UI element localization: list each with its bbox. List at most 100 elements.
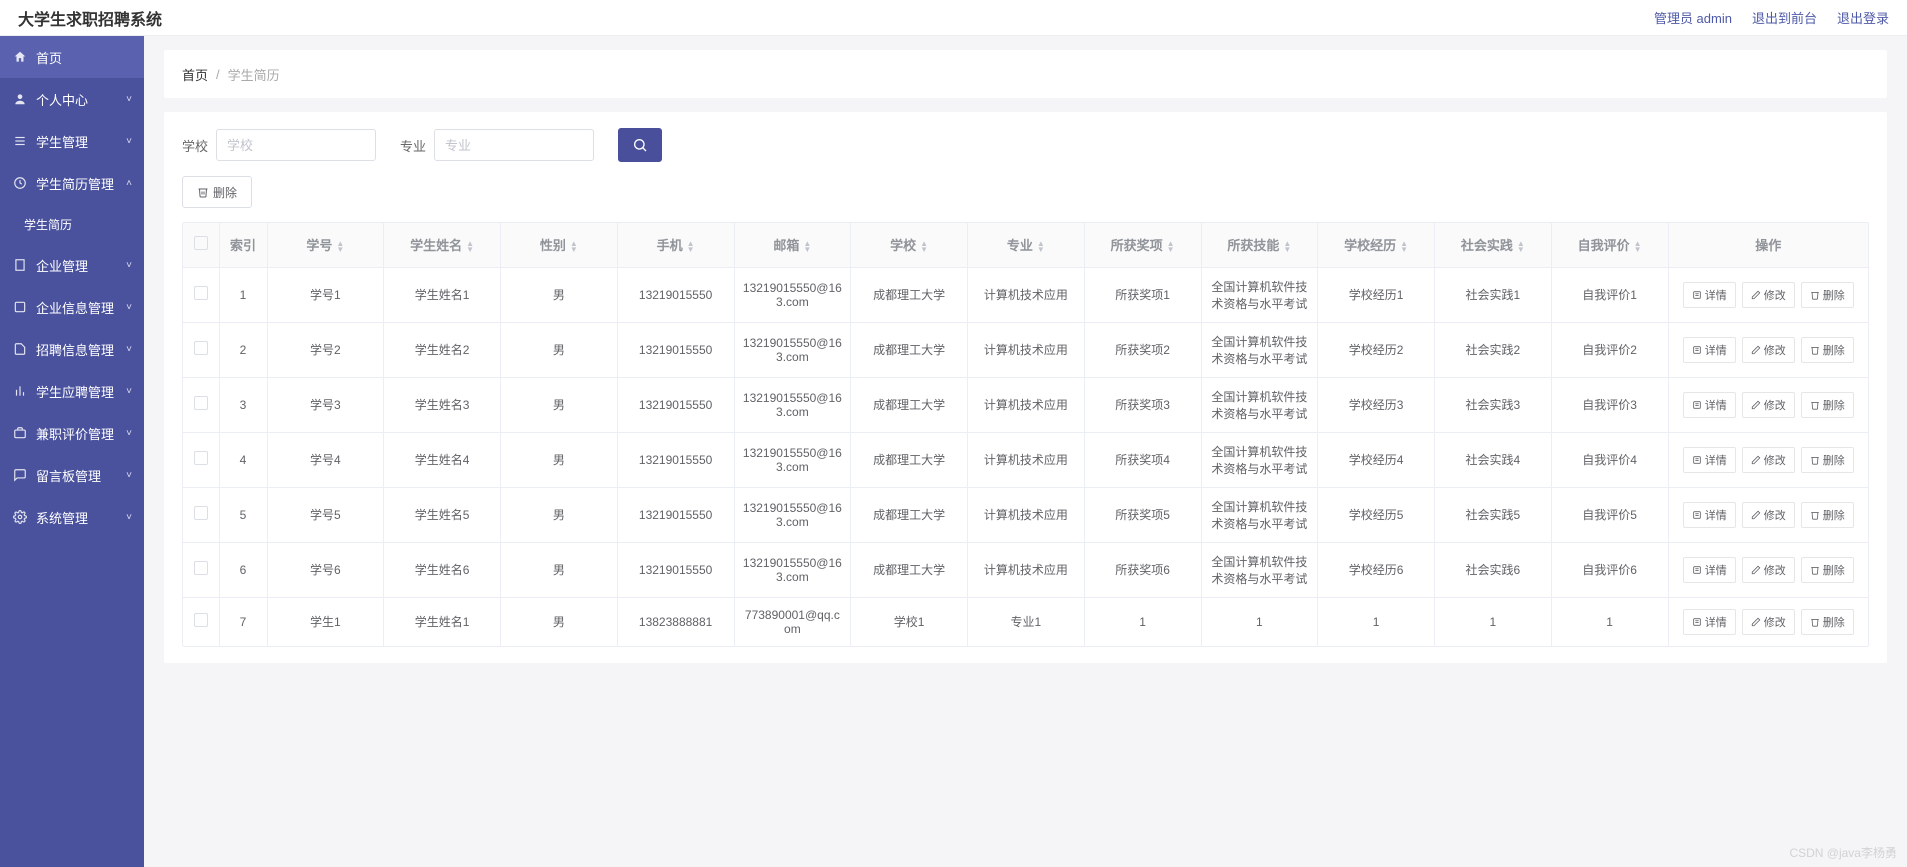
detail-button[interactable]: 详情: [1683, 502, 1736, 528]
column-header[interactable]: 学号▲▼: [267, 223, 384, 267]
chevron-up-icon: ˄: [126, 178, 132, 189]
delete-button[interactable]: 删除: [1801, 282, 1854, 308]
cell-phone: 13219015550: [617, 377, 734, 432]
detail-button[interactable]: 详情: [1683, 447, 1736, 473]
cell-award: 所获奖项5: [1084, 487, 1201, 542]
column-header[interactable]: 所获技能▲▼: [1201, 223, 1318, 267]
sort-icon[interactable]: ▲▼: [920, 241, 928, 253]
cell-edu: 学校经历3: [1318, 377, 1435, 432]
sidebar-subitem[interactable]: 学生简历: [0, 204, 144, 244]
cell-email: 13219015550@163.com: [734, 322, 851, 377]
edit-button[interactable]: 修改: [1742, 557, 1795, 583]
school-filter-label: 学校: [182, 136, 208, 155]
row-checkbox[interactable]: [194, 451, 208, 465]
sidebar-item[interactable]: 招聘信息管理˅: [0, 328, 144, 370]
row-checkbox[interactable]: [194, 286, 208, 300]
cell-major: 计算机技术应用: [968, 267, 1085, 322]
sidebar-item[interactable]: 留言板管理˅: [0, 454, 144, 496]
cell-award: 所获奖项4: [1084, 432, 1201, 487]
sidebar-item[interactable]: 学生简历管理˄: [0, 162, 144, 204]
detail-button[interactable]: 详情: [1683, 392, 1736, 418]
edit-button[interactable]: 修改: [1742, 337, 1795, 363]
column-header[interactable]: 学校▲▼: [851, 223, 968, 267]
delete-button[interactable]: 删除: [1801, 502, 1854, 528]
chevron-down-icon: ˅: [126, 512, 132, 523]
edit-button[interactable]: 修改: [1742, 282, 1795, 308]
select-all-checkbox[interactable]: [194, 236, 208, 250]
column-header[interactable]: 学生姓名▲▼: [384, 223, 501, 267]
column-header[interactable]: 邮箱▲▼: [734, 223, 851, 267]
sidebar-item[interactable]: 学生管理˅: [0, 120, 144, 162]
table-row: 2 学号2 学生姓名2 男 13219015550 13219015550@16…: [183, 322, 1868, 377]
sort-icon[interactable]: ▲▼: [1037, 241, 1045, 253]
cell-major: 计算机技术应用: [968, 487, 1085, 542]
column-header[interactable]: 社会实践▲▼: [1435, 223, 1552, 267]
sort-icon[interactable]: ▲▼: [570, 241, 578, 253]
column-header[interactable]: 学校经历▲▼: [1318, 223, 1435, 267]
cell-award: 所获奖项6: [1084, 542, 1201, 597]
list-icon: [12, 134, 28, 148]
sidebar-item-label: 学生简历管理: [36, 174, 126, 193]
sidebar-item[interactable]: 企业信息管理˅: [0, 286, 144, 328]
delete-button[interactable]: 删除: [1801, 557, 1854, 583]
message-icon: [12, 468, 28, 482]
logout-link[interactable]: 退出登录: [1837, 8, 1889, 27]
row-checkbox[interactable]: [194, 396, 208, 410]
row-checkbox[interactable]: [194, 561, 208, 575]
sidebar-item[interactable]: 个人中心˅: [0, 78, 144, 120]
sort-icon[interactable]: ▲▼: [1167, 241, 1175, 253]
column-header[interactable]: 性别▲▼: [501, 223, 618, 267]
sidebar-item[interactable]: 企业管理˅: [0, 244, 144, 286]
admin-link[interactable]: 管理员 admin: [1654, 8, 1732, 27]
sort-icon[interactable]: ▲▼: [1283, 241, 1291, 253]
edit-button[interactable]: 修改: [1742, 392, 1795, 418]
detail-button[interactable]: 详情: [1683, 337, 1736, 363]
content: 首页 / 学生简历 学校 专业 删除: [144, 36, 1907, 867]
school-filter-input[interactable]: [216, 129, 376, 161]
cell-award: 所获奖项2: [1084, 322, 1201, 377]
breadcrumb-home[interactable]: 首页: [182, 65, 208, 84]
sort-icon[interactable]: ▲▼: [1517, 241, 1525, 253]
delete-button[interactable]: 删除: [1801, 392, 1854, 418]
row-checkbox[interactable]: [194, 613, 208, 627]
row-checkbox[interactable]: [194, 341, 208, 355]
major-filter-input[interactable]: [434, 129, 594, 161]
cell-award: 1: [1084, 597, 1201, 646]
delete-button[interactable]: 删除: [1801, 337, 1854, 363]
sidebar-item[interactable]: 兼职评价管理˅: [0, 412, 144, 454]
sort-icon[interactable]: ▲▼: [687, 241, 695, 253]
column-header[interactable]: 专业▲▼: [968, 223, 1085, 267]
sort-icon[interactable]: ▲▼: [1400, 241, 1408, 253]
column-header[interactable]: 手机▲▼: [617, 223, 734, 267]
trash-icon: [197, 186, 209, 198]
bulk-delete-button[interactable]: 删除: [182, 176, 252, 208]
cell-phone: 13219015550: [617, 322, 734, 377]
front-link[interactable]: 退出到前台: [1752, 8, 1817, 27]
sidebar-item[interactable]: 系统管理˅: [0, 496, 144, 538]
major-filter-label: 专业: [400, 136, 426, 155]
cell-phone: 13219015550: [617, 487, 734, 542]
column-header[interactable]: 所获奖项▲▼: [1084, 223, 1201, 267]
row-checkbox[interactable]: [194, 506, 208, 520]
home-icon: [12, 50, 28, 64]
delete-button[interactable]: 删除: [1801, 447, 1854, 473]
edit-button[interactable]: 修改: [1742, 447, 1795, 473]
cell-email: 13219015550@163.com: [734, 542, 851, 597]
sort-icon[interactable]: ▲▼: [1634, 241, 1642, 253]
sort-icon[interactable]: ▲▼: [336, 241, 344, 253]
detail-button[interactable]: 详情: [1683, 609, 1736, 635]
cell-major: 计算机技术应用: [968, 377, 1085, 432]
sort-icon[interactable]: ▲▼: [466, 241, 474, 253]
edit-button[interactable]: 修改: [1742, 609, 1795, 635]
sidebar-item[interactable]: 首页: [0, 36, 144, 78]
search-button[interactable]: [618, 128, 662, 162]
cell-gender: 男: [501, 432, 618, 487]
detail-button[interactable]: 详情: [1683, 557, 1736, 583]
edit-button[interactable]: 修改: [1742, 502, 1795, 528]
delete-button[interactable]: 删除: [1801, 609, 1854, 635]
cell-gender: 男: [501, 322, 618, 377]
sidebar-item[interactable]: 学生应聘管理˅: [0, 370, 144, 412]
detail-button[interactable]: 详情: [1683, 282, 1736, 308]
sort-icon[interactable]: ▲▼: [803, 241, 811, 253]
column-header[interactable]: 自我评价▲▼: [1551, 223, 1668, 267]
